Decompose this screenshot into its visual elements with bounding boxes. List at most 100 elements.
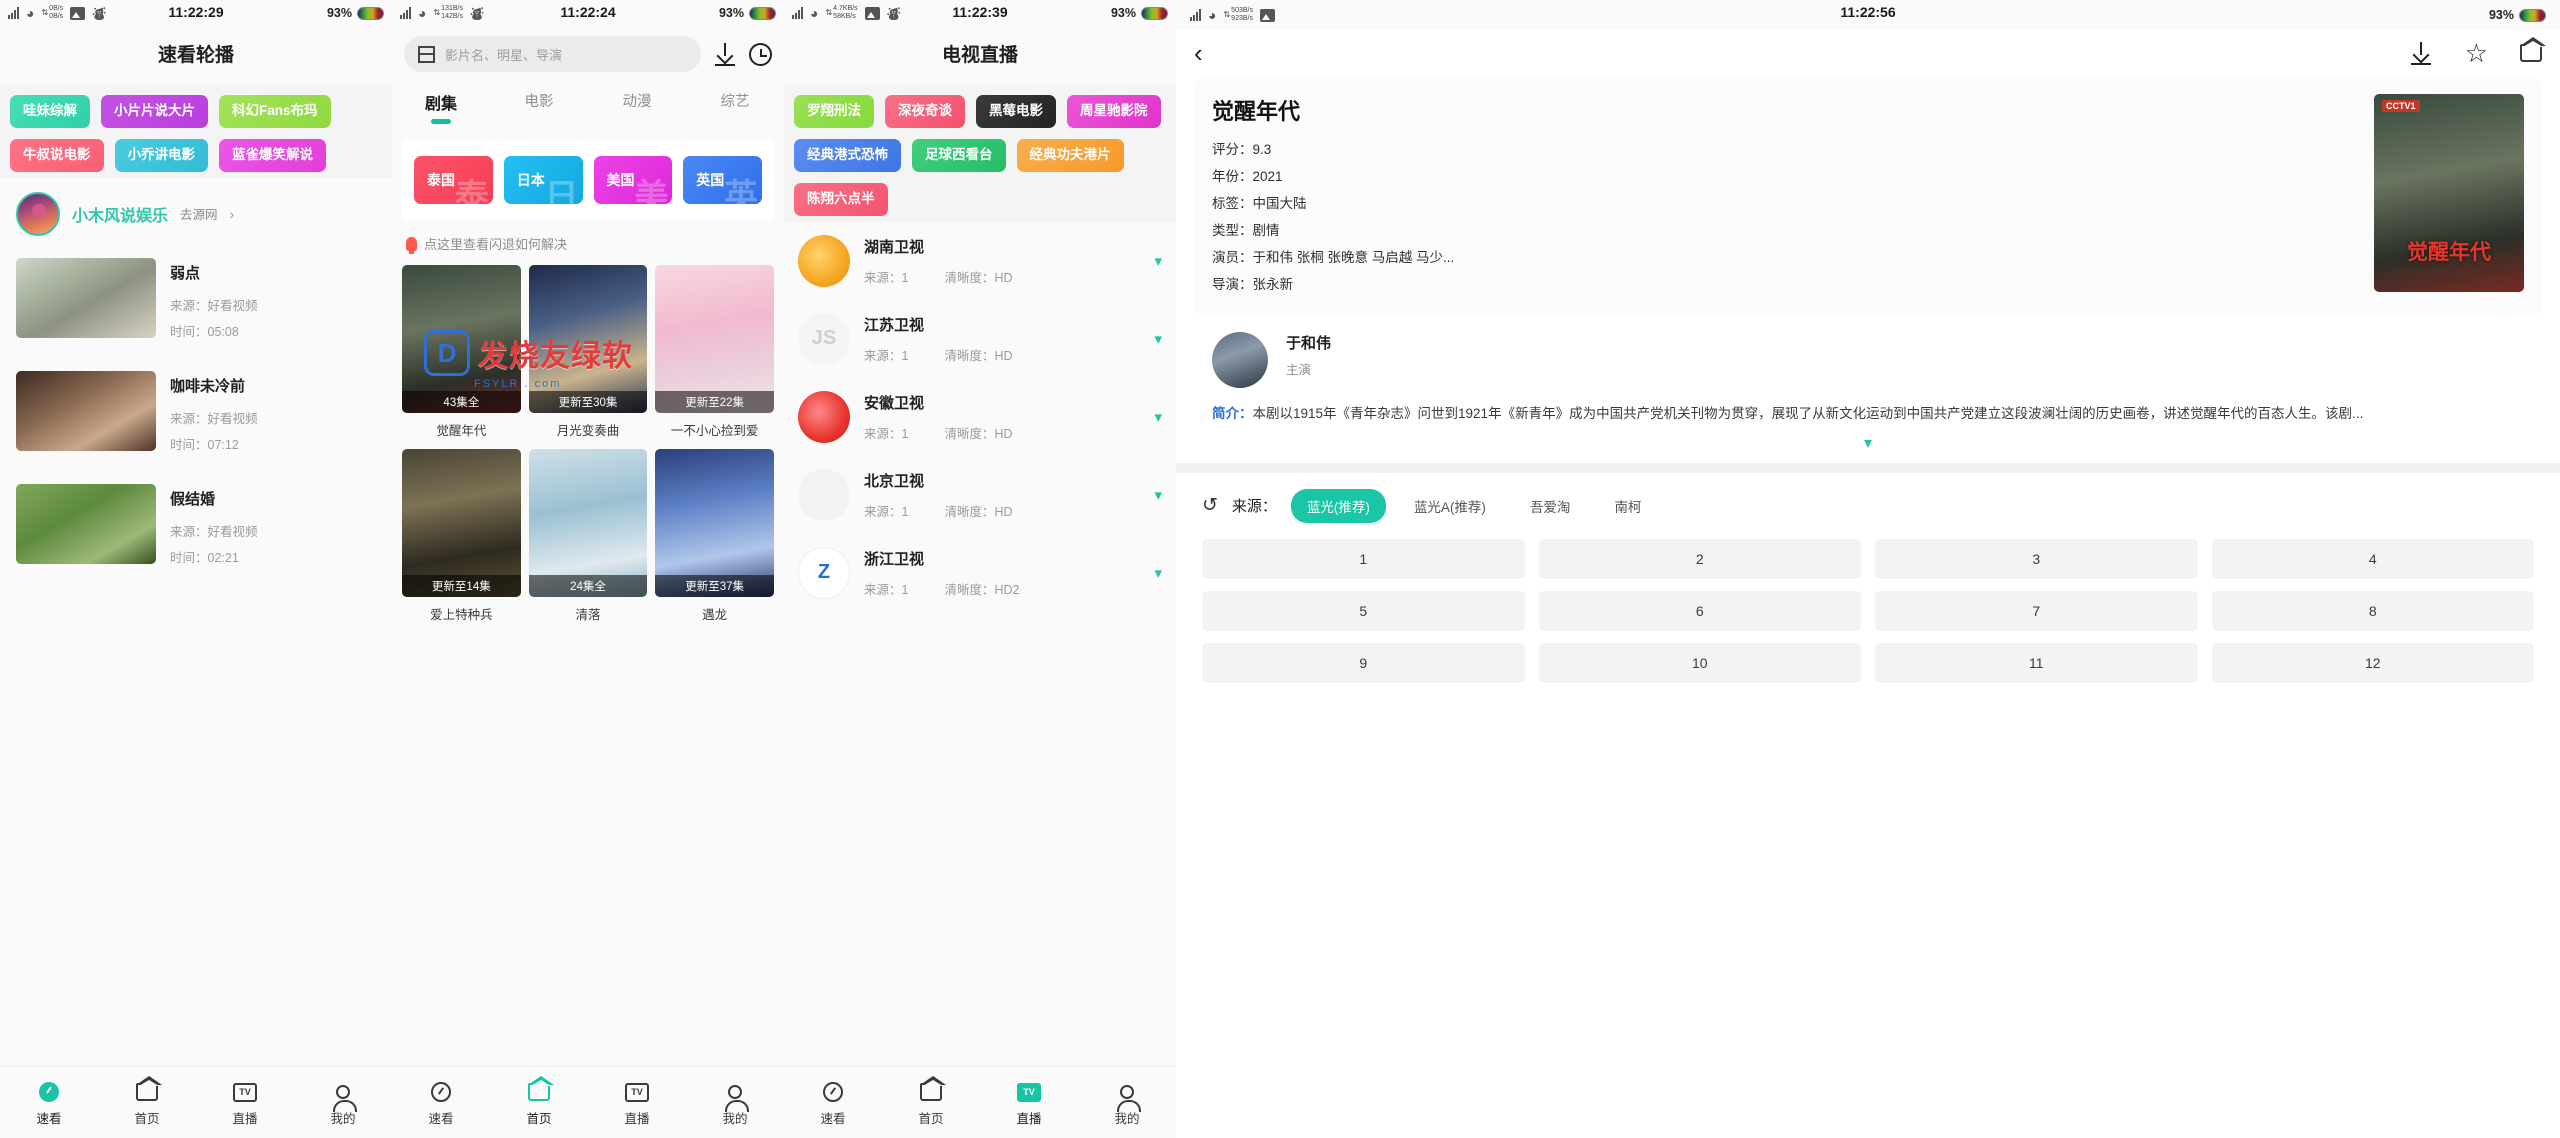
status-right: 93%: [2489, 8, 2546, 22]
tab-variety[interactable]: 综艺: [686, 84, 784, 124]
actor-row[interactable]: 于和伟 主演: [1176, 316, 2560, 394]
nav-item-speed[interactable]: 速看: [392, 1078, 490, 1127]
channel-row[interactable]: 小木风说娱乐 去源网 ›: [0, 177, 392, 246]
episode-button[interactable]: 2: [1538, 538, 1861, 579]
episode-button[interactable]: 11: [1875, 642, 2198, 683]
wifi-icon: ◕: [1208, 7, 1217, 23]
tag-chip[interactable]: 小乔讲电影: [114, 138, 208, 172]
chevron-down-icon[interactable]: ▾: [1176, 427, 2560, 463]
chevron-down-icon[interactable]: ▾: [1154, 486, 1162, 504]
nav-item-speed[interactable]: 速看: [0, 1078, 98, 1127]
grid-item[interactable]: 43集全 觉醒年代: [402, 265, 521, 441]
speed-down: 142B/s: [441, 13, 463, 20]
country-chip-usa[interactable]: 美国美: [593, 156, 673, 204]
nav-item-home[interactable]: 首页: [882, 1076, 980, 1127]
channel-name: 湖南卫视: [864, 238, 925, 256]
network-speed: ⇅ 503B/s 923B/s: [1223, 7, 1253, 23]
tab-movies[interactable]: 电影: [490, 84, 588, 124]
tag-chip[interactable]: 经典功夫港片: [1016, 138, 1124, 172]
nav-item-live[interactable]: TV 直播: [588, 1078, 686, 1127]
nav-label: 首页: [526, 1112, 552, 1126]
chevron-down-icon[interactable]: ▾: [1154, 330, 1162, 348]
grid-item[interactable]: 24集全 清落: [528, 449, 648, 625]
download-icon[interactable]: [2409, 41, 2433, 65]
chevron-down-icon[interactable]: ▾: [1154, 252, 1162, 270]
chevron-down-icon[interactable]: ▾: [1154, 564, 1162, 582]
history-icon[interactable]: [749, 42, 772, 66]
source-chip-bluray[interactable]: 蓝光(推荐): [1290, 488, 1386, 523]
country-chip-uk[interactable]: 英国英: [683, 156, 762, 204]
tag-chip[interactable]: 哇妹综解: [10, 95, 90, 128]
bulb-icon: [406, 236, 417, 254]
episode-button[interactable]: 5: [1202, 590, 1525, 631]
channel-name: 江苏卫视: [864, 316, 925, 334]
tag-chip[interactable]: 经典港式恐怖: [794, 138, 901, 172]
country-chip-japan[interactable]: 日本日: [503, 156, 583, 204]
nav-item-mine[interactable]: 我的: [294, 1078, 392, 1127]
grid-item[interactable]: 更新至37集 遇龙: [655, 449, 774, 625]
chevron-down-icon[interactable]: ▾: [1154, 408, 1162, 426]
detail-region: 标签：中国大陆: [1212, 196, 1307, 211]
nav-item-speed[interactable]: 速看: [784, 1078, 882, 1127]
nav-item-mine[interactable]: 我的: [1078, 1078, 1176, 1127]
grid-item[interactable]: 更新至14集 爱上特种兵: [402, 449, 521, 625]
list-item[interactable]: 弱点 来源：好看视频 时间：05:08: [16, 246, 376, 359]
episode-button[interactable]: 7: [1875, 590, 2198, 631]
nav-item-live[interactable]: TV 直播: [980, 1078, 1078, 1127]
tag-chip[interactable]: 深夜奇谈: [885, 95, 965, 128]
episode-button[interactable]: 6: [1538, 590, 1861, 631]
nav-item-home[interactable]: 首页: [98, 1076, 196, 1127]
tag-chip[interactable]: 陈翔六点半: [794, 182, 888, 216]
episode-button[interactable]: 9: [1202, 642, 1525, 683]
star-icon[interactable]: ☆: [2465, 40, 2488, 66]
list-item[interactable]: Z 浙江卫视 来源：1 清晰度：HD2 ▾: [798, 534, 1162, 612]
back-arrow-icon[interactable]: ‹: [1194, 40, 1203, 66]
grid-item[interactable]: 更新至22集 一不小心捡到爱: [655, 265, 774, 441]
episode-button[interactable]: 1: [1202, 538, 1525, 579]
channel-source-link[interactable]: 去源网: [180, 204, 218, 223]
chevron-right-icon[interactable]: ›: [230, 206, 235, 222]
episode-button[interactable]: 3: [1875, 538, 2198, 579]
tag-chip[interactable]: 周星驰影院: [1067, 95, 1161, 128]
search-input[interactable]: 影片名、明星、导演: [404, 36, 701, 72]
detail-cast: 演员：于和伟 张桐 张晚意 马启越 马少...: [1212, 250, 1455, 265]
nav-item-mine[interactable]: 我的: [686, 1078, 784, 1127]
channel-meta: 来源：1 清晰度：HD2: [864, 582, 1020, 597]
list-item[interactable]: 咖啡未冷前 来源：好看视频 时间：07:12: [16, 359, 376, 472]
tip-banner[interactable]: 点这里查看闪退如何解决: [392, 220, 784, 261]
episode-button[interactable]: 8: [2211, 590, 2534, 631]
tag-chip[interactable]: 足球西看台: [912, 138, 1006, 172]
list-item[interactable]: 北京卫视 来源：1 清晰度：HD ▾: [798, 456, 1162, 534]
grid-item-title: 觉醒年代: [436, 424, 487, 438]
grid-item[interactable]: 更新至30集 月光变奏曲: [528, 265, 648, 441]
episode-button[interactable]: 10: [1538, 642, 1861, 683]
battery-icon: [1141, 6, 1168, 20]
source-chip-nanke[interactable]: 南柯: [1598, 489, 1657, 523]
episode-button[interactable]: 4: [2211, 538, 2534, 579]
list-item[interactable]: 假结婚 来源：好看视频 时间：02:21: [16, 472, 376, 585]
download-icon[interactable]: [713, 42, 737, 66]
nav-item-live[interactable]: TV 直播: [196, 1078, 294, 1127]
tag-chip[interactable]: 蓝雀爆笑解说: [219, 138, 326, 172]
tag-chip[interactable]: 罗翔刑法: [794, 95, 874, 128]
tab-series[interactable]: 剧集: [392, 84, 490, 124]
list-item[interactable]: 安徽卫视 来源：1 清晰度：HD ▾: [798, 378, 1162, 456]
scan-icon[interactable]: [418, 45, 435, 63]
refresh-icon[interactable]: ↺: [1202, 494, 1218, 517]
tag-chip[interactable]: 牛叔说电影: [10, 138, 104, 172]
status-bar: ◕ ⇅ 0B/s 0B/s ⛇ 11:22:29 93%: [0, 0, 392, 26]
list-item[interactable]: 湖南卫视 来源：1 清晰度：HD ▾: [798, 222, 1162, 300]
bottom-nav: 速看 首页 TV 直播 我的: [784, 1066, 1176, 1138]
home-icon[interactable]: [2520, 37, 2546, 62]
list-item[interactable]: JS 江苏卫视 来源：1 清晰度：HD ▾: [798, 300, 1162, 378]
source-chip-list: 蓝光(推荐) 蓝光A(推荐) 吾爱淘 南柯: [1290, 488, 2534, 523]
tab-anime[interactable]: 动漫: [588, 84, 686, 124]
source-chip-wuaitao[interactable]: 吾爱淘: [1514, 489, 1587, 523]
source-chip-bluray-a[interactable]: 蓝光A(推荐): [1398, 489, 1502, 523]
country-chip-thailand[interactable]: 泰国泰: [414, 156, 493, 204]
tag-chip[interactable]: 科幻Fans布玛: [219, 95, 331, 128]
nav-item-home[interactable]: 首页: [490, 1076, 588, 1127]
tag-chip[interactable]: 黑莓电影: [976, 95, 1056, 128]
tag-chip[interactable]: 小片片说大片: [101, 95, 208, 128]
episode-button[interactable]: 12: [2211, 642, 2534, 683]
